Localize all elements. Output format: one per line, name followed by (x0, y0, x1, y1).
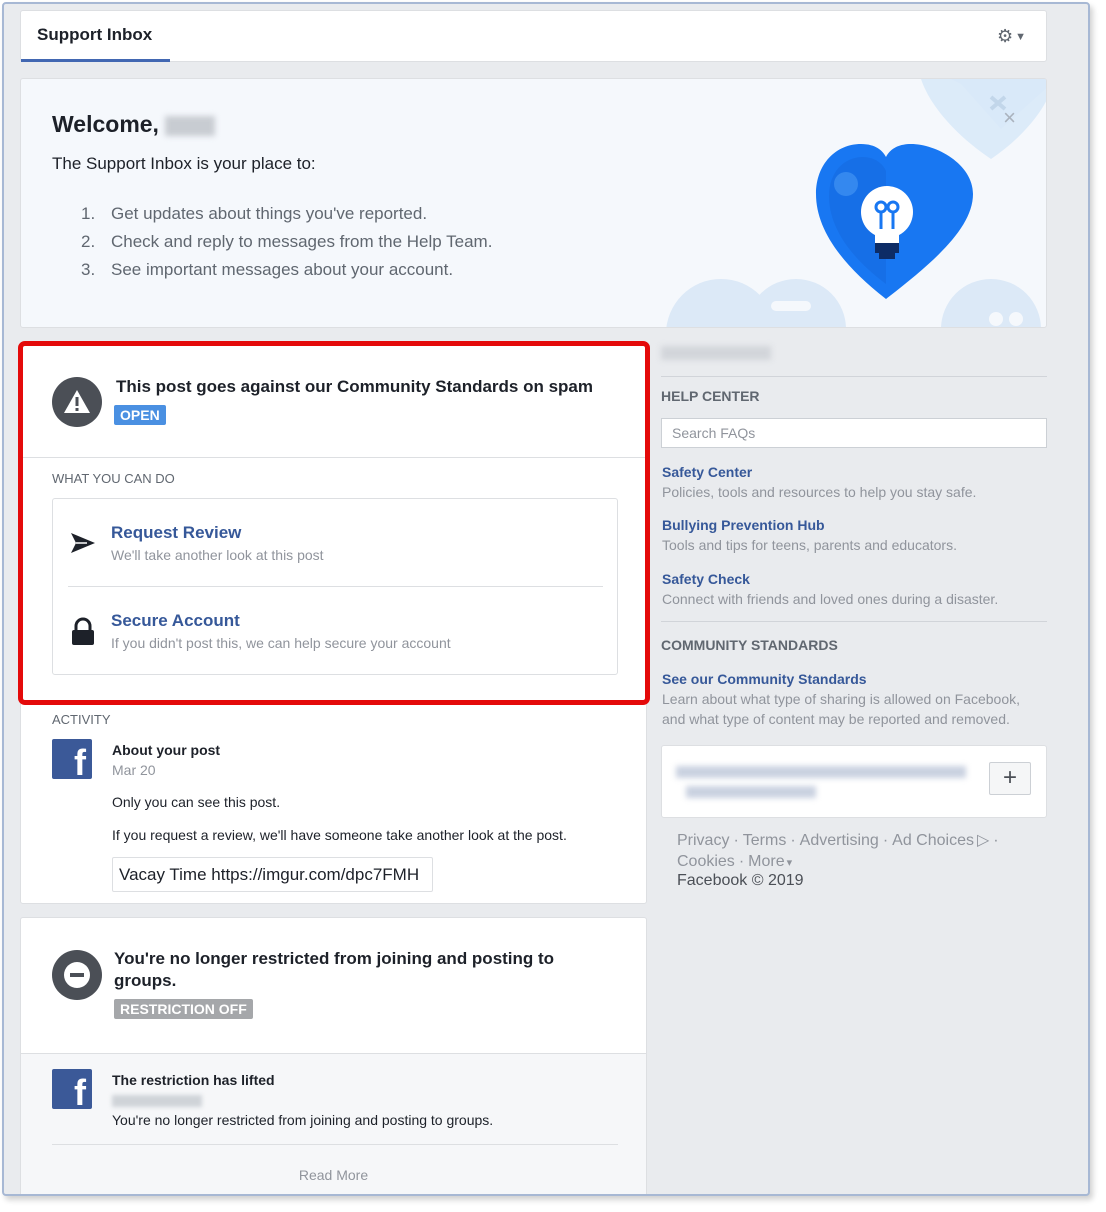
restriction-title: You're no longer restricted from joining… (114, 949, 555, 990)
request-review-action[interactable]: Request Review We'll take another look a… (53, 499, 617, 587)
caret-down-icon: ▾ (786, 857, 793, 869)
safety-center-link[interactable]: Safety Center (662, 464, 752, 480)
terms-link[interactable]: Terms (743, 832, 787, 849)
heart-lightbulb-illustration (661, 79, 1046, 327)
community-standards-heading: COMMUNITY STANDARDS (661, 637, 838, 653)
welcome-banner: Welcome, The Support Inbox is your place… (20, 78, 1047, 328)
send-icon (69, 529, 97, 562)
blurred-languages (676, 766, 966, 778)
list-item: 1. Get updates about things you've report… (81, 204, 428, 223)
request-review-title[interactable]: Request Review (111, 523, 241, 543)
warning-icon (52, 377, 102, 427)
facebook-logo-icon: f (52, 739, 92, 779)
help-center-heading: HELP CENTER (661, 388, 760, 404)
more-link[interactable]: More (748, 853, 784, 870)
restriction-activity: f The restriction has lifted You're no l… (21, 1053, 646, 1194)
activity-label: ACTIVITY (52, 712, 111, 727)
language-selector: + (661, 745, 1047, 818)
notification-title: This post goes against our Community Sta… (116, 377, 594, 396)
chevron-down-icon: ▼ (1015, 31, 1026, 43)
privacy-link[interactable]: Privacy (677, 832, 729, 849)
activity-title: The restriction has lifted (112, 1072, 275, 1088)
blurred-date (112, 1094, 202, 1112)
safety-check-link[interactable]: Safety Check (662, 571, 750, 587)
divider (661, 621, 1047, 622)
actions-box: Request Review We'll take another look a… (52, 498, 618, 675)
lock-icon (69, 617, 97, 652)
activity-visibility-text: Only you can see this post. (112, 794, 281, 810)
activity-review-text: If you request a review, we'll have some… (112, 827, 567, 843)
secure-account-subtitle: If you didn't post this, we can help sec… (111, 635, 451, 651)
safety-center-desc: Policies, tools and resources to help yo… (662, 484, 977, 500)
read-more-link[interactable]: Read More (21, 1167, 646, 1183)
blurred-user-name (164, 115, 215, 136)
community-standards-desc-2: and what type of content may be reported… (662, 711, 1010, 727)
gear-icon: ⚙ (996, 26, 1014, 46)
footer-links: Privacy · Terms · Advertising · Ad Choices ▷ · C… (677, 832, 999, 870)
settings-menu[interactable]: ⚙ ▼ (997, 26, 1026, 47)
community-standards-link[interactable]: See our Community Standards (662, 671, 867, 687)
activity-date: Mar 20 (112, 762, 156, 778)
blurred-languages (686, 786, 816, 798)
blurred-heading (661, 346, 771, 360)
facebook-logo-icon: f (52, 1069, 92, 1109)
bullying-prevention-desc: Tools and tips for teens, parents and ed… (662, 537, 957, 553)
divider (52, 1144, 618, 1145)
list-item: 3. See important messages about your acco… (81, 260, 454, 279)
ad-choices-icon: ▷ (976, 832, 990, 849)
welcome-heading: Welcome, (52, 111, 215, 138)
tab-support-inbox[interactable]: Support Inbox (21, 11, 170, 62)
welcome-intro: The Support Inbox is your place to: (52, 154, 316, 173)
request-review-subtitle: We'll take another look at this post (111, 547, 324, 563)
copyright: Facebook © 2019 (677, 872, 804, 889)
cookies-link[interactable]: Cookies (677, 853, 735, 870)
add-language-button[interactable]: + (989, 762, 1031, 795)
restriction-icon (52, 950, 102, 1000)
bullying-prevention-link[interactable]: Bullying Prevention Hub (662, 517, 825, 533)
advertising-link[interactable]: Advertising (800, 832, 879, 849)
activity-text: You're no longer restricted from joining… (112, 1112, 494, 1128)
list-item: 2. Check and reply to messages from the H… (81, 232, 493, 251)
close-icon[interactable]: × (1003, 105, 1016, 131)
divider (661, 376, 1047, 377)
what-you-can-do-label: WHAT YOU CAN DO (52, 471, 175, 486)
restriction-notification-card: You're no longer restricted from joining… (20, 917, 647, 1194)
post-preview[interactable]: Vacay Time https://imgur.com/dpc7FMH (112, 857, 433, 892)
divider (21, 457, 646, 458)
community-standards-desc-1: Learn about what type of sharing is allo… (662, 691, 1021, 707)
secure-account-action[interactable]: Secure Account If you didn't post this, … (53, 587, 617, 675)
activity-title: About your post (112, 742, 221, 758)
welcome-greeting: Welcome, (52, 111, 159, 137)
status-badge: RESTRICTION OFF (114, 999, 253, 1019)
secure-account-title[interactable]: Secure Account (111, 611, 240, 631)
ad-choices-link[interactable]: Ad Choices (892, 832, 974, 849)
support-inbox-window: Support Inbox ⚙ ▼ Welcome, The Support In… (2, 2, 1090, 1196)
welcome-list: 1. Get updates about things you've report… (81, 204, 492, 288)
tab-bar: Support Inbox ⚙ ▼ (20, 10, 1047, 62)
search-faqs-input[interactable]: Search FAQs (661, 418, 1047, 448)
status-badge: OPEN (114, 405, 166, 425)
safety-check-desc: Connect with friends and loved ones duri… (662, 591, 999, 607)
spam-notification-card: This post goes against our Community Sta… (20, 344, 647, 904)
